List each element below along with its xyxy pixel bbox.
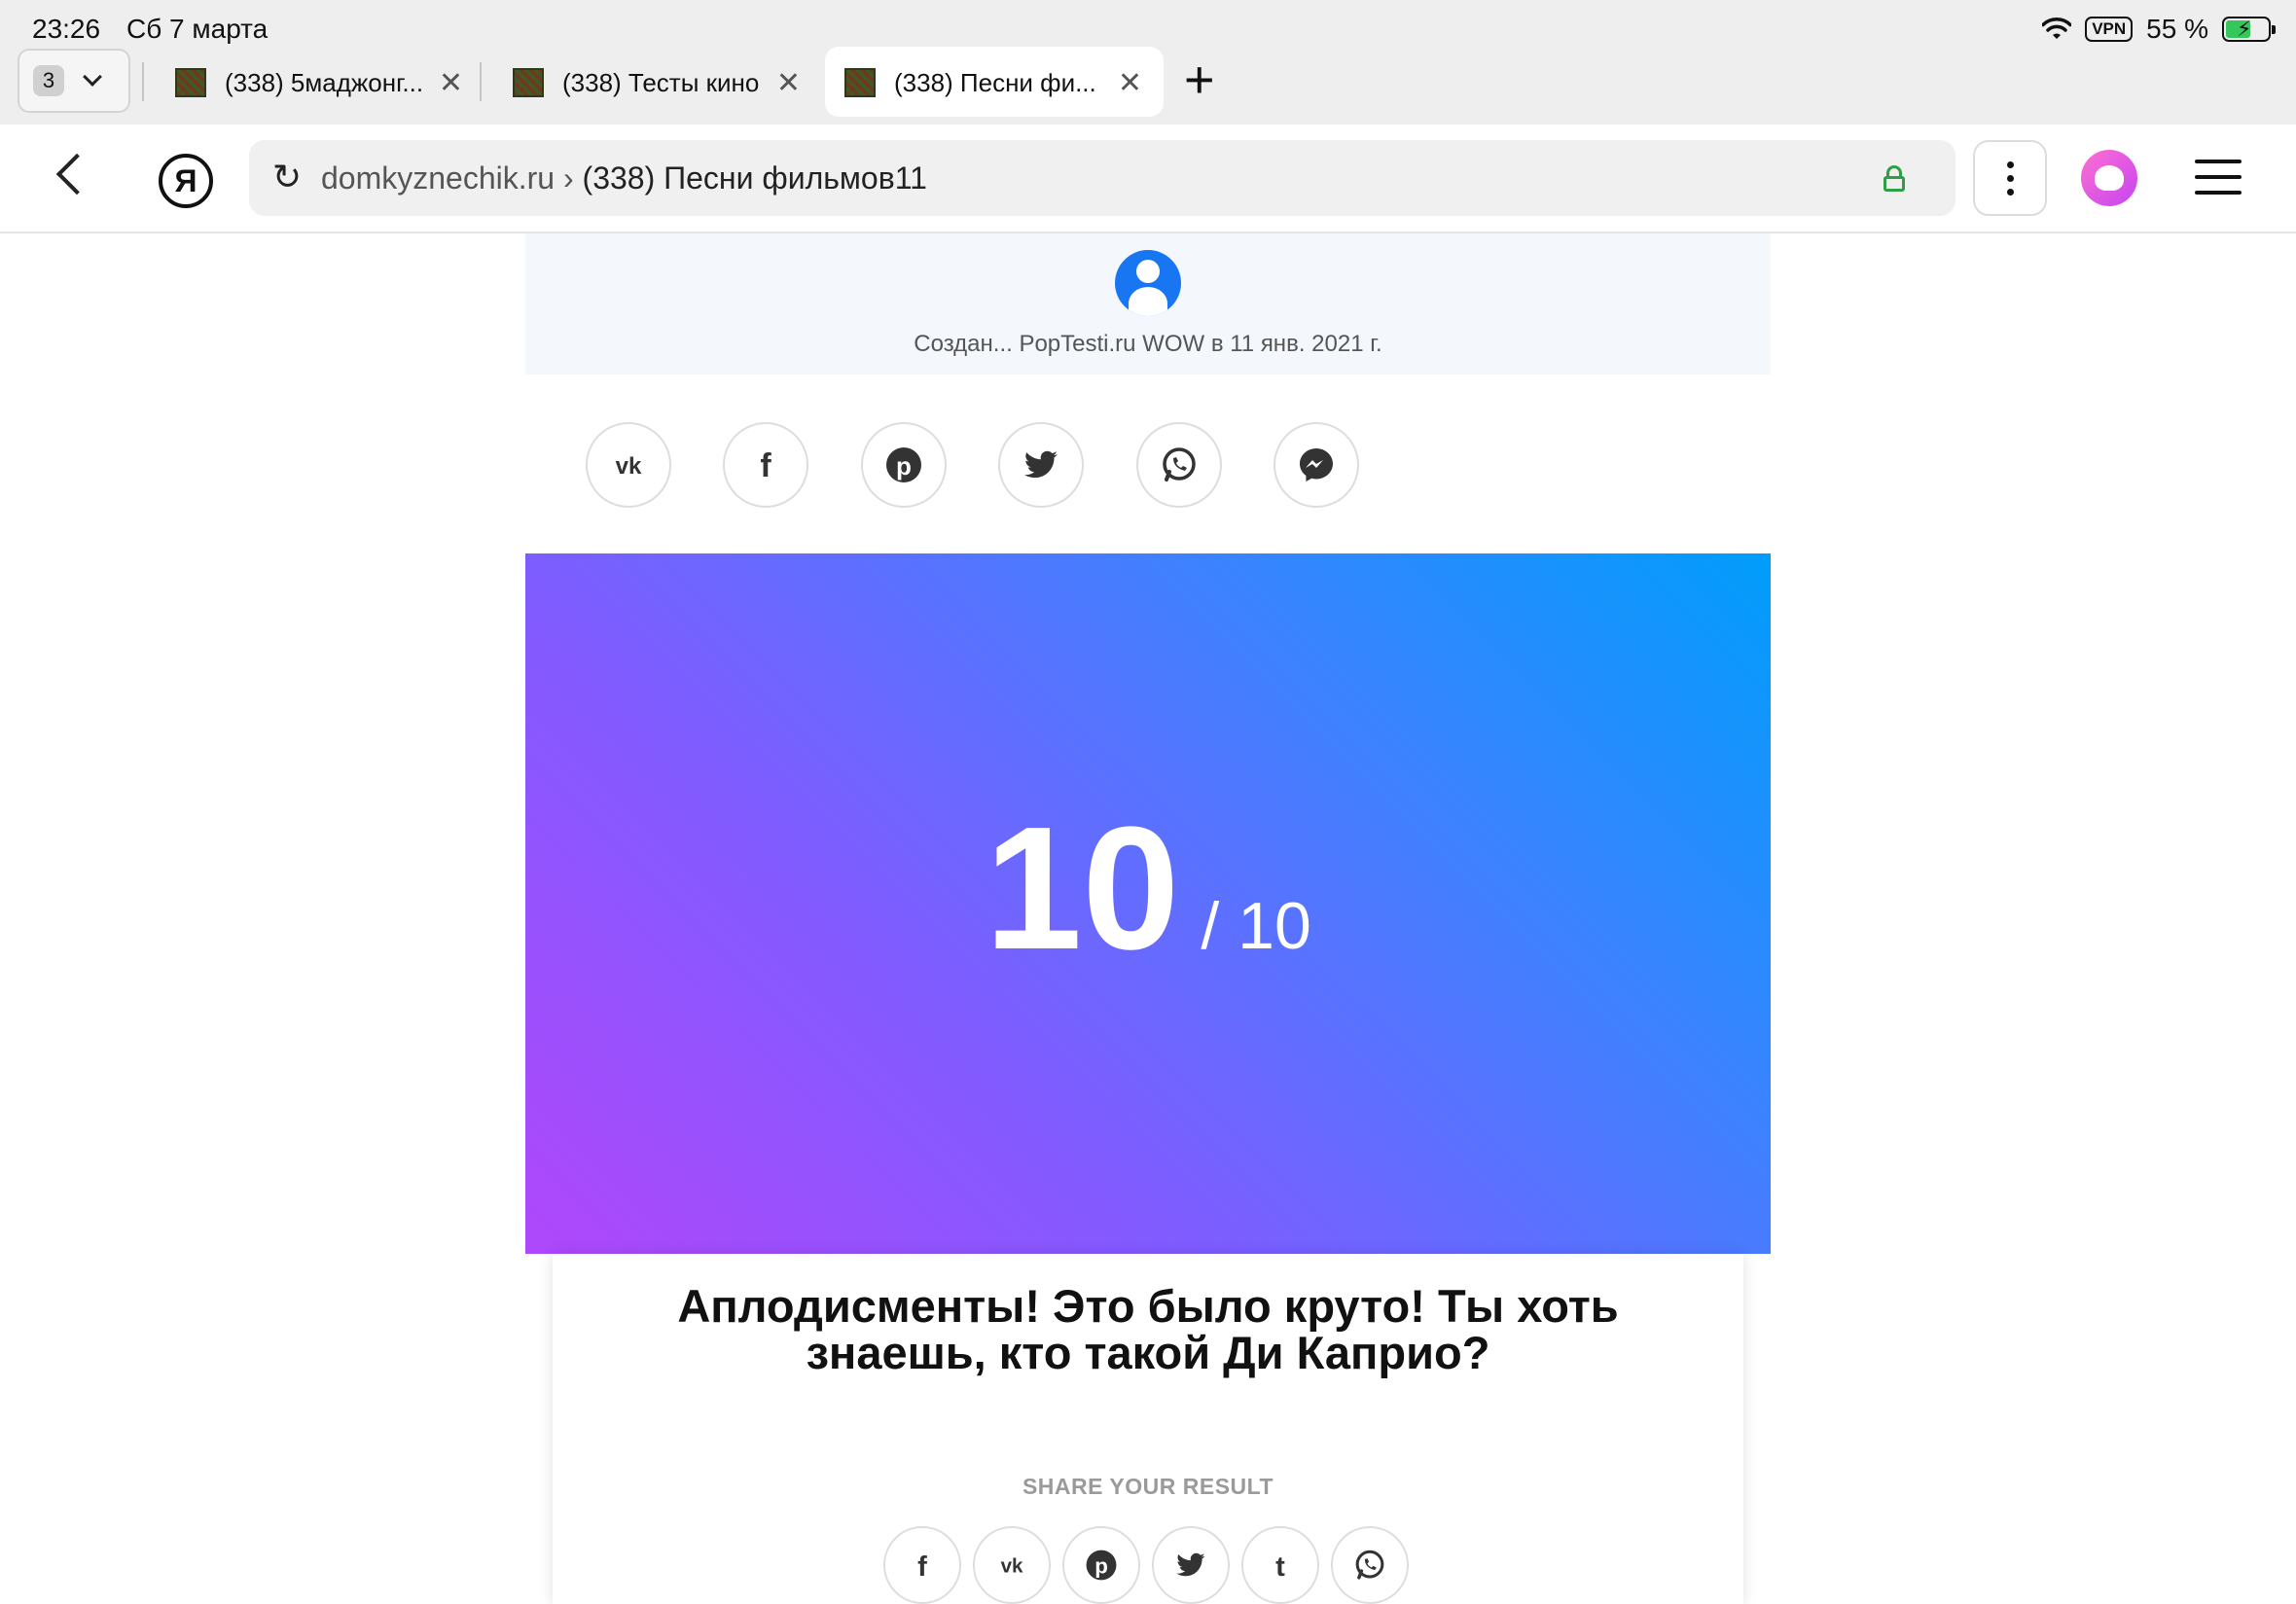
menu-icon[interactable] — [2195, 160, 2242, 195]
messenger-icon — [1300, 448, 1333, 481]
avatar-icon[interactable] — [1115, 250, 1181, 316]
score-total: / 10 — [1201, 889, 1311, 963]
battery-icon: ⚡ — [2222, 17, 2276, 42]
close-icon[interactable]: ✕ — [776, 66, 801, 100]
facebook-share-button[interactable]: f — [723, 422, 808, 508]
author-info: Создан... PopTesti.ru WOW в 11 янв. 2021… — [914, 331, 1382, 357]
tab-title: (338) 5маджонг... — [225, 68, 424, 97]
alice-icon[interactable] — [2081, 150, 2137, 206]
yandex-logo[interactable]: Я — [159, 154, 213, 208]
close-icon[interactable]: ✕ — [439, 66, 463, 100]
new-tab-button[interactable]: + — [1184, 53, 1215, 107]
svg-text:p: p — [896, 451, 912, 481]
battery-percent: 55 % — [2146, 14, 2208, 44]
pinterest-icon: p — [886, 447, 921, 482]
pinterest-share-button[interactable]: p — [861, 422, 947, 508]
pinterest-share-button[interactable]: p — [1062, 1526, 1140, 1604]
vk-icon: vk — [616, 453, 642, 480]
page-content: Создан... PopTesti.ru WOW в 11 янв. 2021… — [0, 233, 2296, 1604]
favicon-icon — [175, 68, 206, 97]
result-title: Аплодисменты! Это было круто! Ты хоть зн… — [677, 1280, 1619, 1378]
back-icon[interactable] — [55, 153, 98, 196]
navigation-bar: Я ↻ domkyznechik.ru › (338) Песни фильмо… — [0, 125, 2296, 233]
url-separator: › — [555, 160, 583, 196]
status-time: 23:26 — [32, 14, 101, 44]
result-text-card: Аплодисменты! Это было круто! Ты хоть зн… — [553, 1254, 1743, 1604]
svg-text:p: p — [1094, 1554, 1108, 1579]
tab-counter-button[interactable]: 3 — [18, 49, 130, 113]
svg-text:t: t — [1275, 1551, 1285, 1583]
twitter-share-button[interactable] — [998, 422, 1084, 508]
share-buttons-bottom: f vk p t — [883, 1526, 1413, 1604]
tab-count: 3 — [33, 65, 64, 96]
whatsapp-share-button[interactable] — [1331, 1526, 1409, 1604]
pinterest-icon: p — [1086, 1550, 1117, 1581]
score-value: 10 — [985, 791, 1180, 986]
tab-item[interactable]: (338) 5маджонг... ✕ — [142, 47, 484, 117]
tab-title: (338) Песни фи... — [894, 68, 1096, 97]
messenger-share-button[interactable] — [1274, 422, 1359, 508]
tab-strip: 3 (338) 5маджонг... ✕ (338) Тесты кино ✕… — [0, 47, 2296, 125]
svg-text:vk: vk — [1001, 1555, 1023, 1578]
facebook-icon: f — [917, 1551, 927, 1583]
address-bar[interactable]: ↻ domkyznechik.ru › (338) Песни фильмов1… — [249, 140, 1955, 216]
more-menu-button[interactable] — [1973, 140, 2047, 216]
favicon-icon — [513, 68, 544, 97]
tumblr-icon: t — [1275, 1551, 1285, 1583]
tumblr-share-button[interactable]: t — [1241, 1526, 1319, 1604]
url-page-title: (338) Песни фильмов11 — [582, 160, 927, 196]
twitter-share-button[interactable] — [1152, 1526, 1230, 1604]
share-buttons-top: vk f p — [586, 422, 1710, 510]
author-box: Создан... PopTesti.ru WOW в 11 янв. 2021… — [525, 233, 1771, 374]
status-date: Сб 7 марта — [126, 14, 269, 44]
reload-icon[interactable]: ↻ — [272, 160, 302, 195]
tab-item-active[interactable]: (338) Песни фи... ✕ — [825, 47, 1164, 117]
url-text[interactable]: domkyznechik.ru › (338) Песни фильмов11 — [321, 160, 927, 196]
status-indicators: VPN 55 % ⚡ — [2042, 14, 2276, 45]
whatsapp-icon — [1163, 447, 1196, 481]
facebook-icon: f — [760, 447, 771, 484]
result-card: 10 / 10 — [525, 553, 1771, 1254]
tab-divider — [480, 62, 482, 101]
whatsapp-share-button[interactable] — [1136, 422, 1222, 508]
whatsapp-icon — [1355, 1550, 1384, 1580]
tab-item[interactable]: (338) Тесты кино ✕ — [480, 47, 822, 117]
favicon-icon — [844, 68, 876, 97]
url-domain: domkyznechik.ru — [321, 160, 556, 196]
wifi-icon — [2042, 18, 2072, 39]
close-icon[interactable]: ✕ — [1118, 66, 1142, 100]
svg-text:f: f — [760, 447, 771, 484]
status-bar: 23:26 Сб 7 марта VPN 55 % ⚡ — [0, 0, 2296, 47]
vk-icon: vk — [1001, 1555, 1023, 1578]
vk-share-button[interactable]: vk — [586, 422, 671, 508]
svg-text:f: f — [917, 1551, 927, 1583]
share-result-label: SHARE YOUR RESULT — [1022, 1474, 1274, 1499]
lock-icon[interactable] — [1883, 165, 1905, 192]
tab-title: (338) Тесты кино — [562, 68, 760, 97]
vk-share-button[interactable]: vk — [973, 1526, 1051, 1604]
chevron-down-icon — [83, 67, 102, 87]
tab-divider — [142, 62, 144, 101]
svg-text:vk: vk — [616, 453, 642, 480]
vpn-badge: VPN — [2085, 17, 2134, 42]
facebook-share-button[interactable]: f — [883, 1526, 961, 1604]
twitter-icon — [1024, 450, 1058, 479]
twitter-icon — [1176, 1552, 1205, 1577]
score-display: 10 / 10 — [525, 553, 1771, 1254]
